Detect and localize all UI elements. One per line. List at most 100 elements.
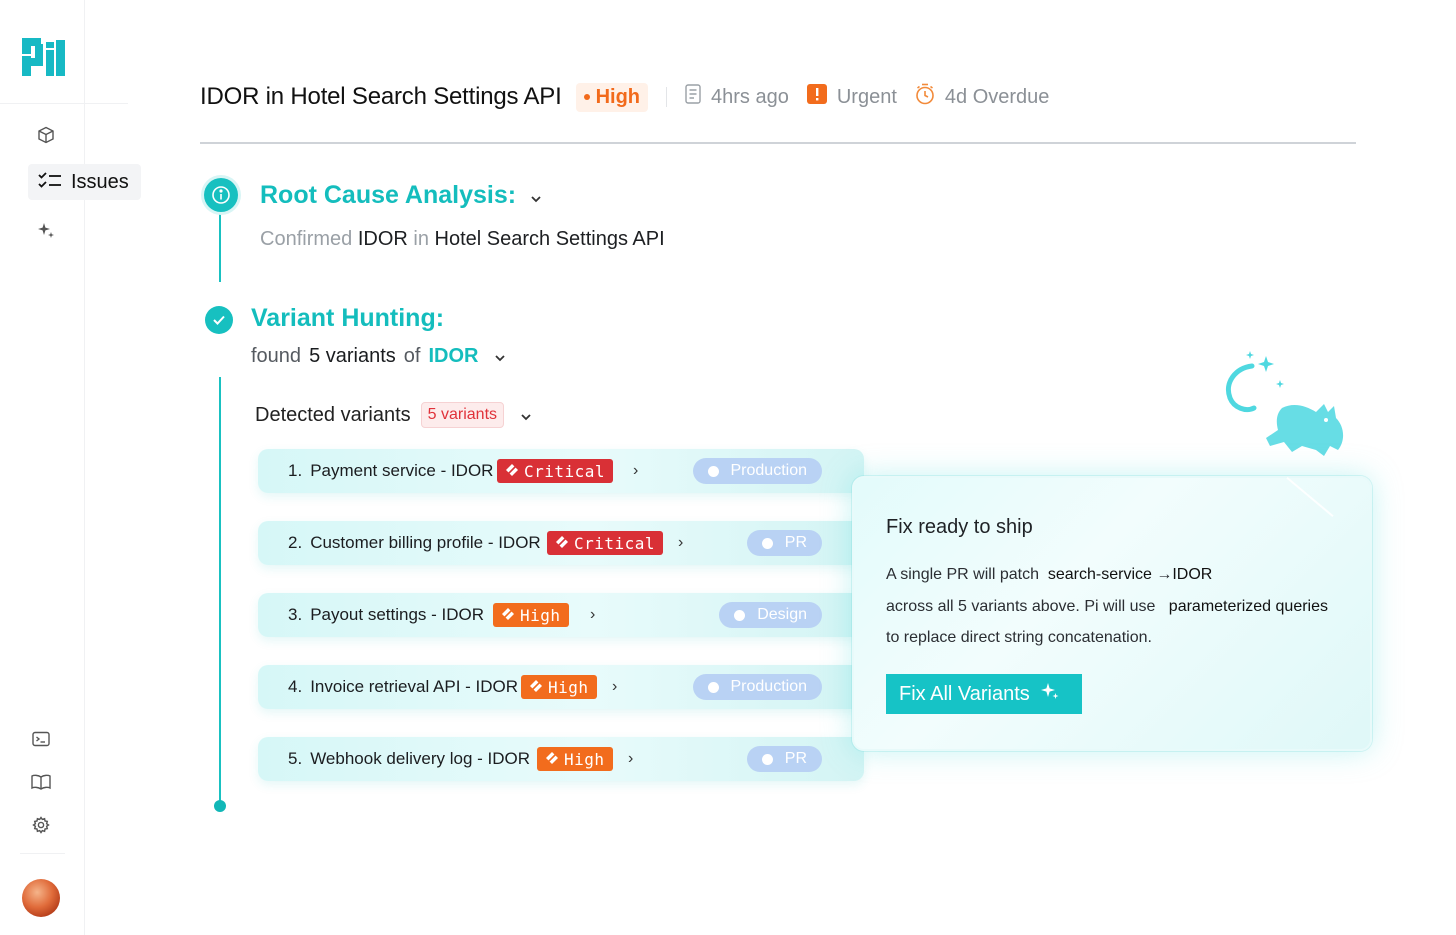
- meta-time: 4hrs ago: [685, 84, 789, 110]
- timeline-end-dot: [214, 800, 226, 812]
- vh-type: IDOR: [428, 345, 479, 367]
- status-dot-icon: [707, 681, 719, 693]
- card-line-3: to replace direct string concatenation.: [886, 629, 1152, 646]
- button-label: Fix All Variants: [899, 682, 1030, 705]
- rca-prefix: Confirmed: [260, 228, 353, 250]
- sparkle-icon[interactable]: [36, 220, 56, 240]
- variant-row[interactable]: 3. Payout settings - IDOR High › Design: [258, 593, 864, 637]
- status-dot-icon: [761, 753, 773, 765]
- document-icon: [685, 84, 701, 110]
- chevron-right-icon[interactable]: ›: [612, 678, 617, 696]
- cube-icon[interactable]: [36, 125, 56, 145]
- variants-count-badge: 5 variants: [420, 402, 505, 428]
- severity-tag-high: High: [493, 603, 569, 627]
- terminal-icon[interactable]: [31, 729, 51, 749]
- rca-title: Root Cause Analysis:: [260, 181, 517, 209]
- pi-logo[interactable]: [22, 38, 66, 78]
- info-icon: [204, 178, 238, 212]
- urgent-icon: [806, 84, 827, 110]
- vh-found: found: [251, 345, 302, 367]
- issue-header: IDOR in Hotel Search Settings API High 4…: [200, 78, 1049, 116]
- bug-icon: [501, 606, 515, 625]
- env-pill: PR: [746, 530, 822, 556]
- severity-tag-high: High: [537, 747, 613, 771]
- stopwatch-icon: [915, 83, 935, 111]
- header-divider: [666, 87, 668, 107]
- dot-icon: [583, 94, 590, 100]
- severity-tag-critical: Critical: [497, 459, 614, 483]
- sidebar: Issues: [0, 0, 141, 935]
- chevron-right-icon[interactable]: ›: [633, 462, 638, 480]
- severity-tag-high: High: [521, 675, 597, 699]
- severity-tag-critical: Critical: [547, 531, 664, 555]
- variant-hunting-title: Variant Hunting:: [251, 304, 445, 332]
- timeline-line: [219, 212, 221, 282]
- vh-of: of: [403, 345, 421, 367]
- header-divider-line: [200, 142, 1356, 144]
- chevron-right-icon[interactable]: ›: [678, 534, 683, 552]
- variant-row[interactable]: 2. Customer billing profile - IDOR Critic…: [258, 521, 864, 565]
- card-title: Fix ready to ship: [886, 516, 1033, 538]
- book-icon[interactable]: [31, 772, 51, 792]
- page-title: IDOR in Hotel Search Settings API: [200, 83, 562, 110]
- variant-row[interactable]: 5. Webhook delivery log - IDOR High › PR: [258, 737, 864, 781]
- env-pill: Production: [692, 458, 822, 484]
- detected-label: Detected variants: [255, 403, 411, 426]
- sidebar-item-label: Issues: [71, 170, 129, 193]
- chevron-right-icon[interactable]: ›: [590, 606, 595, 624]
- bug-icon: [505, 462, 519, 481]
- fix-ready-card: Fix ready to ship A single PR will patch…: [852, 476, 1372, 751]
- env-pill: PR: [746, 746, 822, 772]
- env-pill: Production: [692, 674, 822, 700]
- due-text: 4d Overdue: [944, 85, 1050, 108]
- card-line-1: A single PR will patch search-service →I…: [886, 566, 1213, 583]
- sparkle-icon: [1040, 681, 1060, 707]
- bug-icon: [555, 534, 569, 553]
- rca-vuln: IDOR: [357, 228, 408, 250]
- avatar[interactable]: [22, 879, 60, 917]
- chevron-right-icon[interactable]: ›: [628, 750, 633, 768]
- variant-row[interactable]: 4. Invoice retrieval API - IDOR High › Pr…: [258, 665, 864, 709]
- timeline-line: [219, 377, 221, 805]
- severity-badge: High: [575, 82, 649, 112]
- status-dot-icon: [734, 609, 746, 621]
- variant-name: 2. Customer billing profile - IDOR: [288, 533, 541, 552]
- arrow-right-icon: →: [1156, 566, 1173, 583]
- rca-target: Hotel Search Settings API: [434, 228, 665, 250]
- severity-label: High: [595, 85, 641, 108]
- sidebar-divider: [20, 853, 65, 854]
- meta-due: 4d Overdue: [915, 83, 1050, 111]
- fix-all-variants-button[interactable]: Fix All Variants: [886, 674, 1082, 714]
- sidebar-item-issues[interactable]: Issues: [28, 164, 141, 200]
- priority-text: Urgent: [836, 85, 897, 108]
- variant-hunting-summary[interactable]: found 5 variants of IDOR: [251, 345, 506, 368]
- variant-name: 5. Webhook delivery log - IDOR: [288, 749, 531, 768]
- variant-name: 4. Invoice retrieval API - IDOR: [288, 677, 519, 696]
- card-line-2: across all 5 variants above. Pi will use…: [886, 598, 1328, 615]
- chevron-down-icon[interactable]: [520, 404, 532, 427]
- mascot-illustration: [1222, 346, 1356, 466]
- gear-icon[interactable]: [31, 815, 51, 835]
- chevron-down-icon[interactable]: [530, 181, 542, 210]
- check-circle-icon: [205, 306, 233, 334]
- variant-name: 1. Payment service - IDOR: [288, 461, 494, 480]
- status-dot-icon: [707, 465, 719, 477]
- status-dot-icon: [761, 537, 773, 549]
- time-text: 4hrs ago: [711, 85, 789, 108]
- chevron-down-icon[interactable]: [494, 345, 506, 368]
- card-sheen: [1286, 476, 1334, 518]
- service-name: search-service: [1047, 566, 1152, 583]
- bug-icon: [545, 750, 559, 769]
- rca-heading[interactable]: Root Cause Analysis:: [260, 181, 542, 210]
- checklist-icon: [38, 171, 62, 194]
- meta-priority: Urgent: [806, 84, 897, 110]
- bug-icon: [529, 678, 543, 697]
- detected-variants-header[interactable]: Detected variants 5 variants: [255, 402, 532, 428]
- rca-in: in: [413, 228, 429, 250]
- vh-count: 5 variants: [309, 345, 396, 367]
- env-pill: Design: [719, 602, 822, 628]
- variant-name: 3. Payout settings - IDOR: [288, 605, 485, 624]
- variant-row[interactable]: 1. Payment service - IDOR Critical › Prod…: [258, 449, 864, 493]
- sidebar-divider: [0, 103, 128, 104]
- rca-summary: Confirmed IDOR in Hotel Search Settings …: [260, 228, 665, 251]
